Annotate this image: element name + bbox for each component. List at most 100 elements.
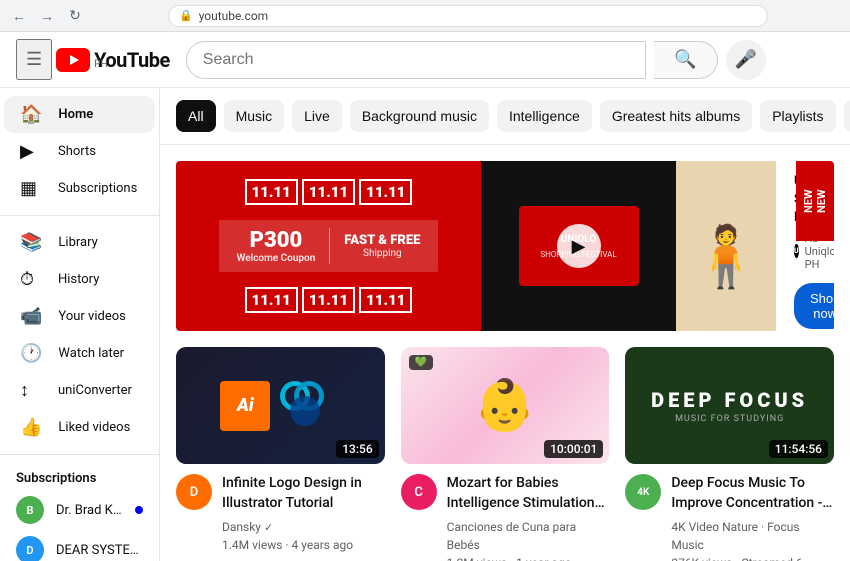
eleven-bottom-row: 11.11 11.11 11.11: [245, 287, 413, 313]
music-for-studying-text: MUSIC FOR STUDYING: [675, 414, 784, 424]
duration-badge-1: 13:56: [336, 440, 378, 458]
sub-dot-brad: [135, 506, 143, 514]
sidebar-item-liked[interactable]: 👍 Liked videos: [4, 409, 155, 446]
hamburger-button[interactable]: ☰: [16, 39, 52, 80]
mic-icon: 🎤: [735, 49, 757, 70]
shop-now-button[interactable]: Shop now: [794, 283, 834, 329]
shorts-icon: ▶: [20, 141, 42, 162]
p300-area: P300 Welcome Coupon: [237, 228, 316, 264]
video-card-1[interactable]: Ai 13:56 D: [176, 347, 385, 561]
video-card-2[interactable]: 👶 💚 10:00:01 C Mozart for Babies Intelli…: [401, 347, 610, 561]
library-icon: 📚: [20, 232, 42, 253]
sidebar-item-uniconverter[interactable]: ↕ uniConverter: [4, 372, 155, 409]
channel-avatar-1: D: [176, 474, 212, 510]
saved-badge-2: 💚: [409, 355, 433, 370]
fast-free-area: FAST & FREE Shipping: [344, 233, 420, 259]
address-bar[interactable]: 🔒 youtube.com: [168, 5, 768, 27]
sidebar-home-label: Home: [58, 107, 93, 122]
chip-graphic-design[interactable]: Graphic design: [844, 100, 850, 132]
mic-button[interactable]: 🎤: [726, 40, 766, 80]
sidebar-item-watch-later[interactable]: 🕐 Watch later: [4, 335, 155, 372]
youtube-logo-icon: [56, 48, 90, 72]
eleven-badge-6: 11.11: [359, 287, 412, 313]
subscriptions-icon: ▦: [20, 178, 42, 199]
search-input[interactable]: [186, 41, 646, 79]
ad-middle-panel[interactable]: UNIQLO SHOPPING FESTIVAL ▶: [481, 161, 676, 331]
subscriptions-title: Subscriptions: [0, 463, 159, 490]
video-meta-3: 4K Video Nature · Focus Music 376K views…: [671, 518, 834, 561]
sidebar-item-home[interactable]: 🏠 Home: [4, 96, 155, 133]
chip-live[interactable]: Live: [292, 100, 342, 132]
ad-left-panel: 11.11 11.11 11.11 P300 Welcome Coupon: [176, 161, 481, 331]
sub-avatar-dear: D: [16, 536, 44, 561]
chip-intelligence[interactable]: Intelligence: [497, 100, 592, 132]
video-details-2: Mozart for Babies Intelligence Stimulati…: [447, 474, 610, 561]
views-1: 1.4M views: [222, 538, 282, 552]
sidebar-watch-later-label: Watch later: [58, 346, 124, 361]
youtube-app: ☰ YouTube PH 🔍 🎤: [0, 32, 850, 561]
chip-greatest-hits[interactable]: Greatest hits albums: [600, 100, 752, 132]
history-icon: ⏱: [20, 269, 42, 290]
channel-name-2: Canciones de Cuna para Bebés: [447, 520, 576, 552]
play-button-overlay[interactable]: ▶: [557, 224, 601, 268]
baby-emoji: 👶: [474, 377, 536, 435]
sidebar-subscriptions-label: Subscriptions: [58, 181, 137, 196]
sidebar-item-your-videos[interactable]: 📹 Your videos: [4, 298, 155, 335]
lock-icon: 🔒: [179, 9, 193, 22]
sidebar-shorts-label: Shorts: [58, 144, 96, 159]
sidebar-item-library[interactable]: 📚 Library: [4, 224, 155, 261]
chip-background-music[interactable]: Background music: [350, 100, 489, 132]
sidebar-liked-label: Liked videos: [58, 420, 130, 435]
video-meta-2: Canciones de Cuna para Bebés 1.2M views …: [447, 518, 610, 561]
eleven-badge-1: 11.11: [245, 179, 298, 205]
eleven-badge-2: 11.11: [302, 179, 355, 205]
youtube-logo[interactable]: YouTube PH: [56, 48, 170, 72]
ai-icon: Ai: [220, 381, 270, 431]
sidebar-history-label: History: [58, 272, 99, 287]
shipping-text: Shipping: [344, 248, 420, 259]
new-badge: NEWNEW: [796, 161, 834, 241]
video-details-3: Deep Focus Music To Improve Concentratio…: [671, 474, 834, 561]
uniqlo-person-image: 🧍: [676, 161, 776, 331]
sidebar-item-history[interactable]: ⏱ History: [4, 261, 155, 298]
uniqlo-dot-logo: U: [794, 244, 799, 258]
ad-right-panel: NEWNEW 🧍 UNIQLO Shopping Festival U: [676, 161, 834, 331]
video-meta-1: Dansky ✓ 1.4M views · 4 years ago: [222, 518, 385, 555]
search-area: 🔍 🎤: [186, 40, 766, 80]
search-button[interactable]: 🔍: [654, 41, 718, 79]
video-thumb-2: 👶 💚 10:00:01: [401, 347, 610, 464]
chip-music[interactable]: Music: [224, 100, 285, 132]
sub-name-brad: Dr. Brad Klontz: [56, 503, 123, 518]
chip-playlists[interactable]: Playlists: [760, 100, 835, 132]
sub-item-brad[interactable]: B Dr. Brad Klontz: [0, 490, 159, 530]
sidebar-item-subscriptions[interactable]: ▦ Subscriptions: [4, 170, 155, 207]
eleven-badge-4: 11.11: [245, 287, 298, 313]
back-button[interactable]: ←: [8, 5, 30, 27]
sidebar-divider-2: [0, 454, 159, 455]
views-3: 376K views: [671, 556, 732, 561]
uniconverter-icon: ↕: [20, 380, 42, 401]
sidebar-item-shorts[interactable]: ▶ Shorts: [4, 133, 155, 170]
sidebar-your-videos-label: Your videos: [58, 309, 125, 324]
sidebar-library-label: Library: [58, 235, 97, 250]
main-layout: 🏠 Home ▶ Shorts ▦ Subscriptions 📚 Librar…: [0, 88, 850, 561]
sidebar: 🏠 Home ▶ Shorts ▦ Subscriptions 📚 Librar…: [0, 88, 160, 561]
chip-all[interactable]: All: [176, 100, 216, 132]
video-info-1: D Infinite Logo Design in Illustrator Tu…: [176, 464, 385, 554]
sub-avatar-brad: B: [16, 496, 44, 524]
eleven-badge-3: 11.11: [359, 179, 412, 205]
video-card-3[interactable]: DEEP FOCUS MUSIC FOR STUDYING 11:54:56 4…: [625, 347, 834, 561]
welcome-coupon-text: Welcome Coupon: [237, 253, 316, 264]
content-area: All Music Live Background music Intellig…: [160, 88, 850, 561]
channel-name-3: 4K Video Nature · Focus Music: [671, 520, 799, 552]
your-videos-icon: 📹: [20, 306, 42, 327]
refresh-button[interactable]: ↻: [64, 5, 86, 27]
channel-avatar-3: 4K: [625, 474, 661, 510]
deep-focus-text: DEEP FOCUS: [651, 388, 808, 412]
sub-item-dear[interactable]: D DEAR SYSTEMS: [0, 530, 159, 561]
forward-button[interactable]: →: [36, 5, 58, 27]
duration-badge-3: 11:54:56: [769, 440, 828, 458]
person-figure: 🧍: [689, 221, 764, 292]
search-icon: 🔍: [674, 49, 696, 70]
infinity-logo: [280, 376, 340, 436]
